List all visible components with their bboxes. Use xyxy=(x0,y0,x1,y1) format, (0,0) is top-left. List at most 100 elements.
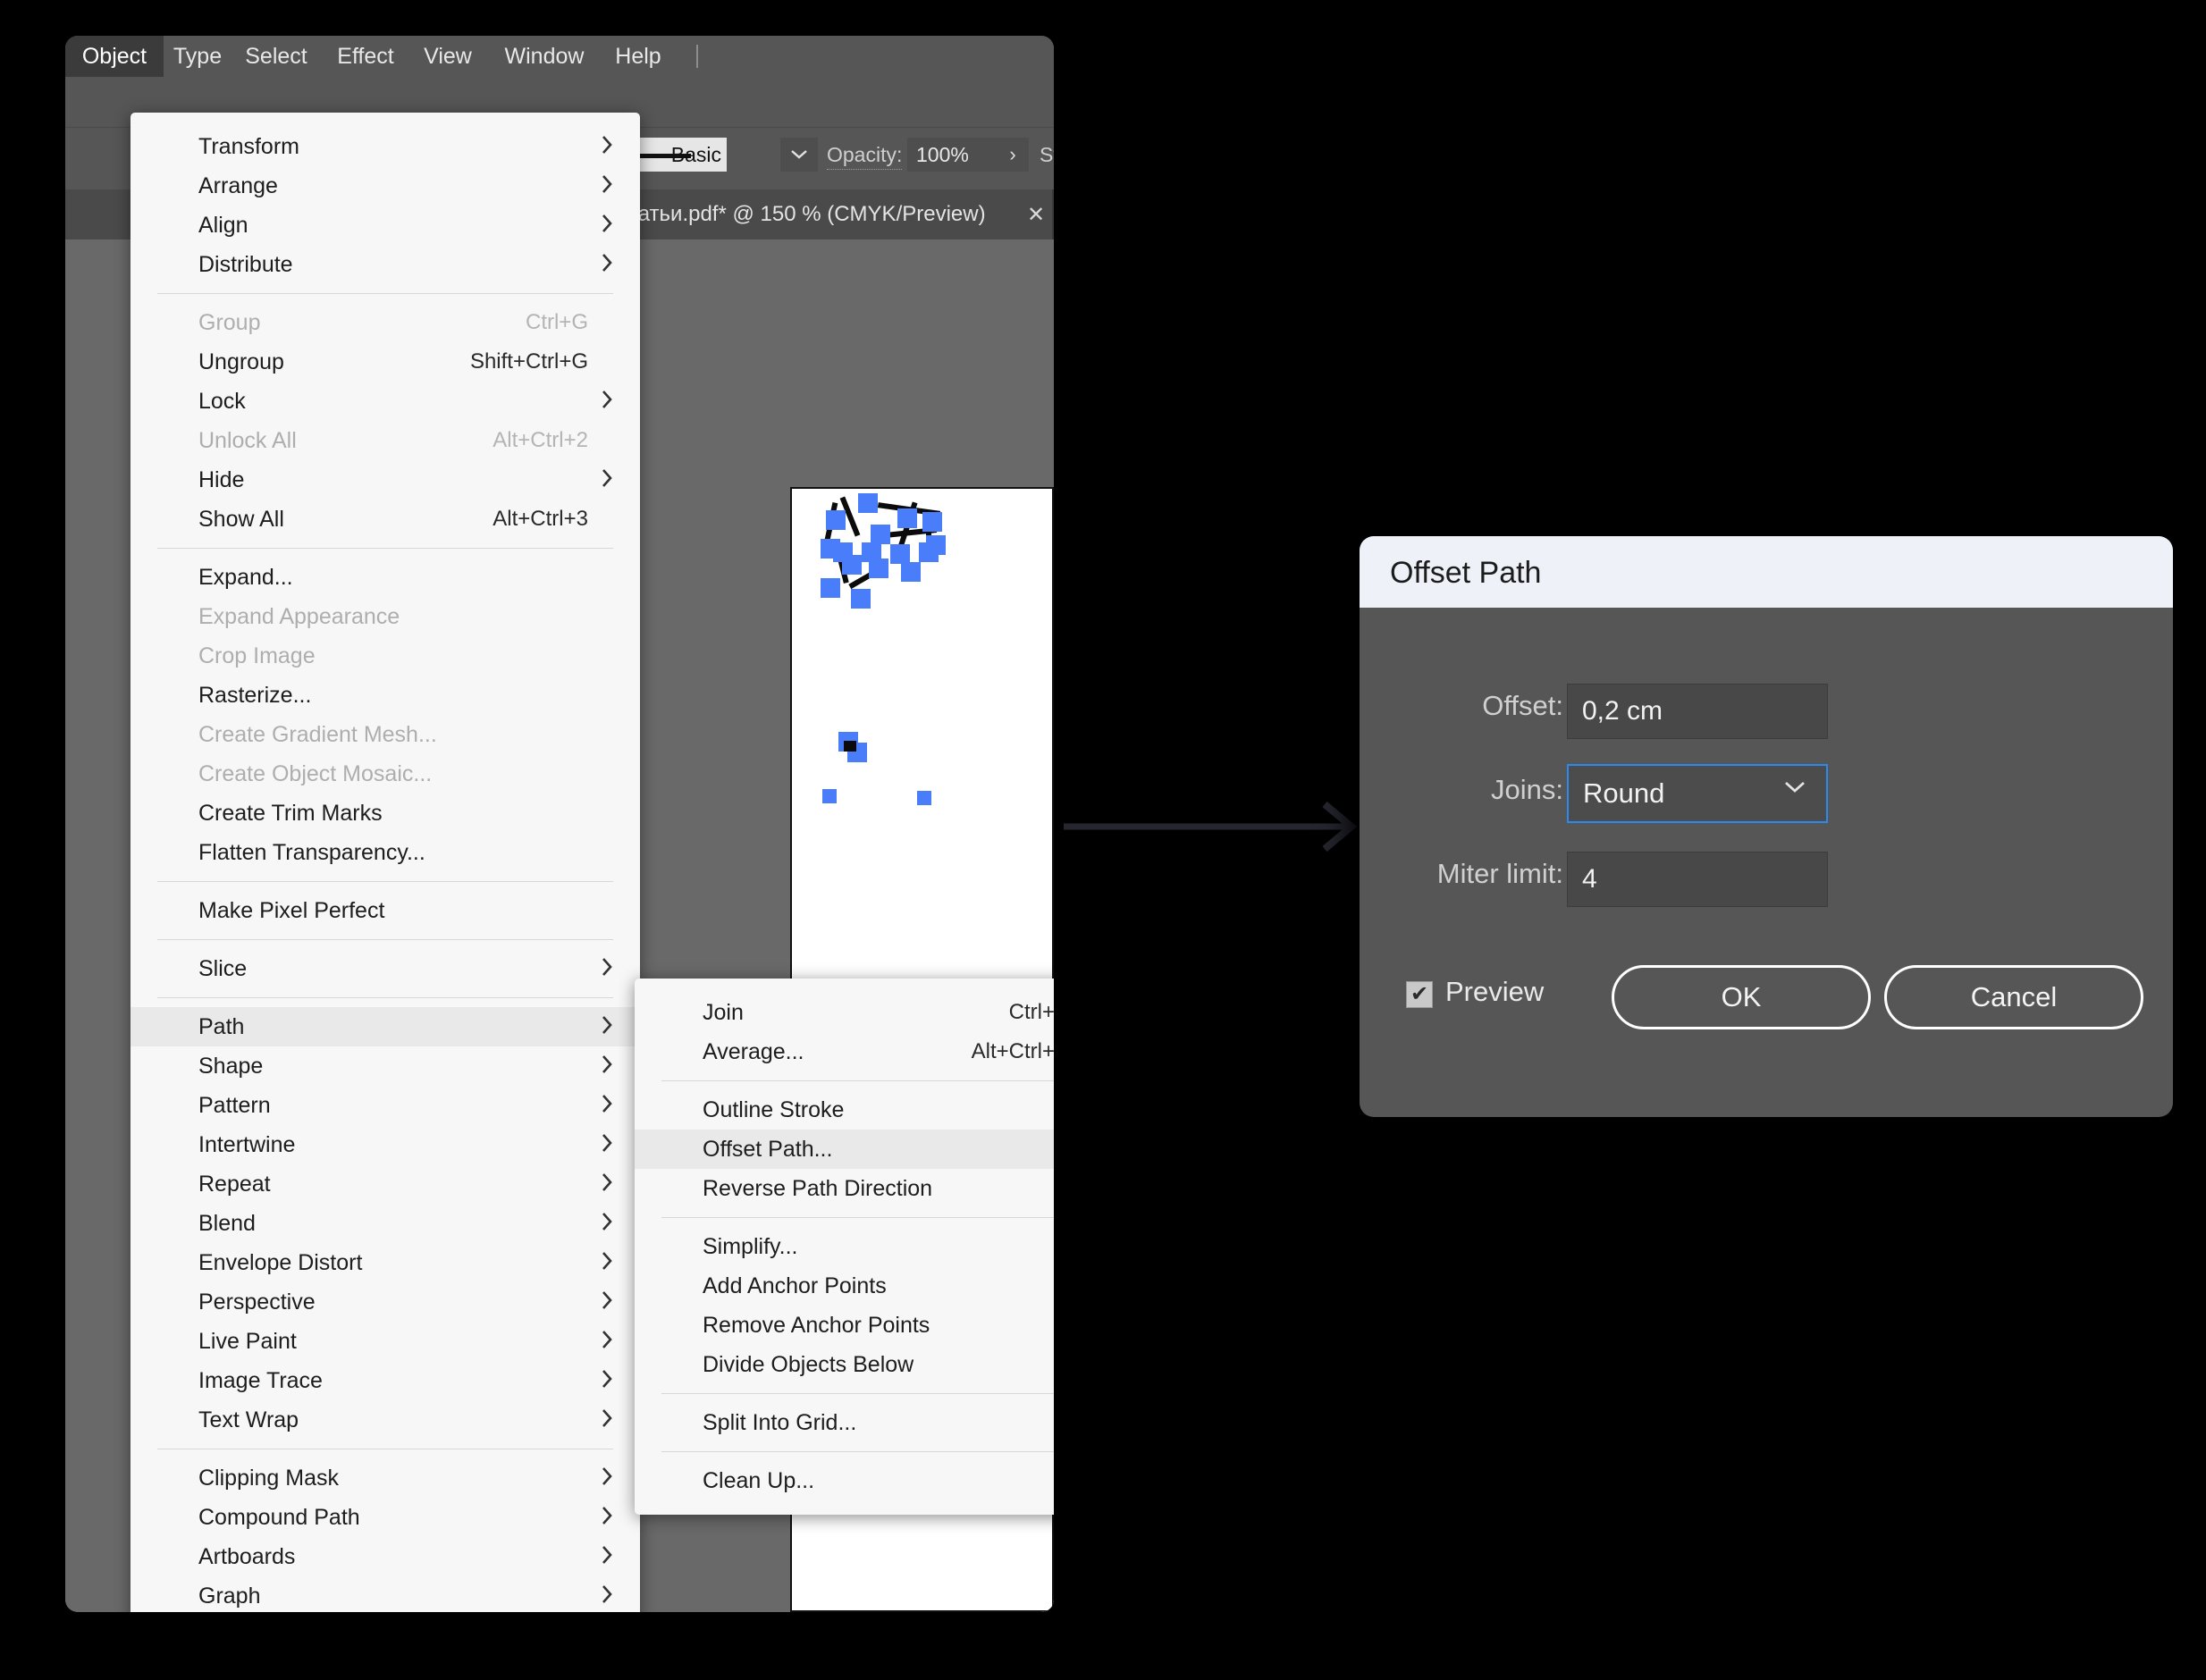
menu-item-shortcut: Alt+Ctrl+3 xyxy=(493,507,588,531)
object-menu-item-graph[interactable]: Graph xyxy=(131,1576,640,1612)
menubar-item-effect[interactable]: Effect xyxy=(321,36,410,77)
object-menu-item-lock[interactable]: Lock xyxy=(131,382,640,421)
object-menu-item-distribute[interactable]: Distribute xyxy=(131,245,640,284)
miter-limit-input[interactable]: 4 xyxy=(1567,852,1828,907)
path-menu-item-simplify[interactable]: Simplify... xyxy=(635,1227,1054,1266)
opacity-input[interactable]: 100% xyxy=(907,138,997,172)
menubar-item-window[interactable]: Window xyxy=(485,36,603,77)
menubar-item-label: Window xyxy=(504,43,585,69)
path-menu-item-offset-path[interactable]: Offset Path... xyxy=(635,1130,1054,1169)
object-menu-item-align[interactable]: Align xyxy=(131,206,640,245)
object-menu-item-perspective[interactable]: Perspective xyxy=(131,1282,640,1322)
anchor-point[interactable] xyxy=(821,578,840,598)
path-menu-item-add-anchor-points[interactable]: Add Anchor Points xyxy=(635,1266,1054,1306)
anchor-point[interactable] xyxy=(901,562,921,582)
anchor-point[interactable] xyxy=(890,544,910,564)
menu-item-label: Clean Up... xyxy=(703,1467,815,1493)
object-menu-item-repeat[interactable]: Repeat xyxy=(131,1164,640,1204)
preview-checkbox[interactable]: ✔ xyxy=(1406,981,1433,1008)
menu-item-label: Crop Image xyxy=(198,643,316,668)
path-menu-item-outline-stroke[interactable]: Outline Stroke xyxy=(635,1090,1054,1130)
object-menu-item-pattern[interactable]: Pattern xyxy=(131,1086,640,1125)
anchor-point[interactable] xyxy=(869,559,888,578)
menu-item-label: Distribute xyxy=(198,251,293,277)
anchor-point[interactable] xyxy=(919,542,939,562)
path-menu-item-split-into-grid[interactable]: Split Into Grid... xyxy=(635,1403,1054,1442)
object-menu-item-ungroup[interactable]: Ungroup Shift+Ctrl+G xyxy=(131,342,640,382)
anchor-point[interactable] xyxy=(851,589,871,609)
chevron-right-icon xyxy=(601,1407,613,1433)
path-menu-item-average[interactable]: Average... Alt+Ctrl+J xyxy=(635,1032,1054,1071)
menu-separator xyxy=(661,1080,1054,1081)
joins-select[interactable]: Round xyxy=(1567,764,1828,823)
menubar-item-label: Select xyxy=(245,43,307,69)
menu-item-label: Slice xyxy=(198,955,248,981)
preview-label: Preview xyxy=(1445,976,1545,1007)
menubar-item-label: View xyxy=(424,43,472,69)
stroke-profile-dropdown[interactable] xyxy=(780,138,818,172)
menu-item-shortcut: Alt+Ctrl+2 xyxy=(493,428,588,452)
path-menu-item-join[interactable]: Join Ctrl+J xyxy=(635,993,1054,1032)
menubar-item-help[interactable]: Help xyxy=(603,36,673,77)
chevron-down-icon xyxy=(791,150,807,159)
object-menu-item-intertwine[interactable]: Intertwine xyxy=(131,1125,640,1164)
object-menu-item-image-trace[interactable]: Image Trace xyxy=(131,1361,640,1400)
opacity-expand-icon[interactable]: › xyxy=(997,138,1029,172)
menu-item-label: Expand... xyxy=(198,564,293,590)
object-menu-item-flatten-transparency[interactable]: Flatten Transparency... xyxy=(131,833,640,872)
anchor-point[interactable] xyxy=(858,493,878,513)
path-menu-item-divide-objects-below[interactable]: Divide Objects Below xyxy=(635,1345,1054,1384)
object-menu-item-path[interactable]: Path xyxy=(131,1007,640,1046)
object-menu-item-artboards[interactable]: Artboards xyxy=(131,1537,640,1576)
object-menu-item-shape[interactable]: Shape xyxy=(131,1046,640,1086)
menubar-item-view[interactable]: View xyxy=(410,36,485,77)
object-menu-item-compound-path[interactable]: Compound Path xyxy=(131,1498,640,1537)
object-menu-item-create-gradient-mesh: Create Gradient Mesh... xyxy=(131,715,640,754)
cancel-button[interactable]: Cancel xyxy=(1884,965,2143,1029)
object-menu-item-live-paint[interactable]: Live Paint xyxy=(131,1322,640,1361)
object-menu-item-envelope-distort[interactable]: Envelope Distort xyxy=(131,1243,640,1282)
menu-item-shortcut: Shift+Ctrl+G xyxy=(469,349,588,374)
close-icon[interactable]: ✕ xyxy=(1027,202,1045,228)
menu-bar: Object Type Select Effect View Window Help xyxy=(65,36,1054,77)
object-menu-item-show-all[interactable]: Show All Alt+Ctrl+3 xyxy=(131,500,640,539)
object-menu-item-text-wrap[interactable]: Text Wrap xyxy=(131,1400,640,1440)
anchor-point[interactable] xyxy=(842,555,862,575)
object-menu-item-blend[interactable]: Blend xyxy=(131,1204,640,1243)
object-menu-item-expand[interactable]: Expand... xyxy=(131,558,640,597)
object-menu-item-transform[interactable]: Transform xyxy=(131,127,640,166)
chevron-right-icon xyxy=(601,467,613,493)
anchor-point[interactable] xyxy=(897,508,917,528)
object-menu-item-hide[interactable]: Hide xyxy=(131,460,640,500)
object-menu-item-clipping-mask[interactable]: Clipping Mask xyxy=(131,1458,640,1498)
anchor-point[interactable] xyxy=(826,510,846,530)
menubar-item-object[interactable]: Object xyxy=(65,36,164,77)
illustrator-window: Object Type Select Effect View Window Help Bas… xyxy=(65,36,1054,1612)
path-menu-item-reverse-path-direction[interactable]: Reverse Path Direction xyxy=(635,1169,1054,1208)
menu-separator xyxy=(157,881,613,882)
chevron-right-icon xyxy=(601,1054,613,1079)
menu-item-label: Hide xyxy=(198,466,245,492)
offset-label: Offset: xyxy=(1482,690,1563,721)
anchor-point[interactable] xyxy=(922,512,942,532)
anchor-point[interactable] xyxy=(822,789,837,803)
path-submenu[interactable]: Join Ctrl+J Average... Alt+Ctrl+J Outline St… xyxy=(635,979,1054,1515)
object-menu-item-slice[interactable]: Slice xyxy=(131,949,640,988)
ok-button[interactable]: OK xyxy=(1612,965,1871,1029)
menu-item-shortcut: Ctrl+G xyxy=(525,310,588,334)
anchor-point[interactable] xyxy=(871,525,890,544)
menu-item-label: Average... xyxy=(703,1038,804,1064)
object-menu-item-make-pixel-perfect[interactable]: Make Pixel Perfect xyxy=(131,891,640,930)
object-menu-item-rasterize[interactable]: Rasterize... xyxy=(131,676,640,715)
menubar-item-label: Effect xyxy=(337,43,394,69)
menu-separator xyxy=(157,939,613,940)
object-menu[interactable]: Transform Arrange Align Distribute Group Ctrl… xyxy=(131,113,640,1612)
object-menu-item-create-trim-marks[interactable]: Create Trim Marks xyxy=(131,794,640,833)
menubar-item-select[interactable]: Select xyxy=(232,36,321,77)
menubar-item-type[interactable]: Type xyxy=(164,36,232,77)
offset-input[interactable]: 0,2 cm xyxy=(1567,684,1828,739)
path-menu-item-remove-anchor-points[interactable]: Remove Anchor Points xyxy=(635,1306,1054,1345)
path-menu-item-clean-up[interactable]: Clean Up... xyxy=(635,1461,1054,1500)
anchor-point[interactable] xyxy=(917,791,931,805)
object-menu-item-arrange[interactable]: Arrange xyxy=(131,166,640,206)
